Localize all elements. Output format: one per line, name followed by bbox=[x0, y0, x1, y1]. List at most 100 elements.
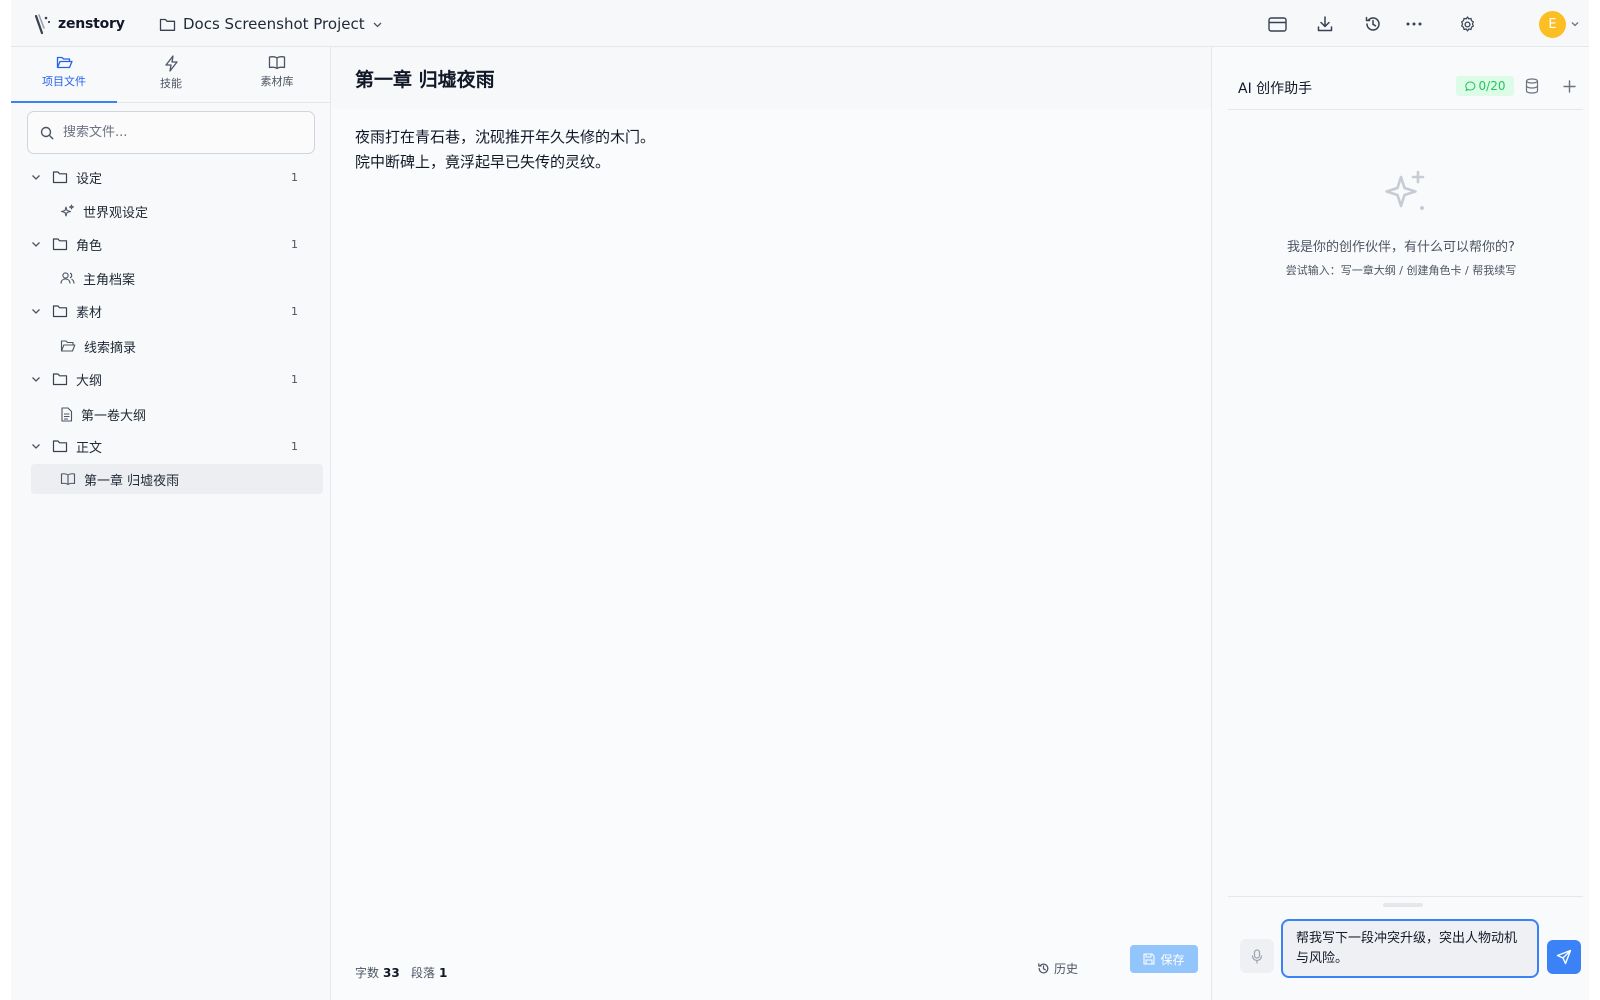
tree-folder-count: 1 bbox=[291, 170, 298, 184]
tree-folder-label: 素材 bbox=[76, 305, 103, 321]
tree-file-worldbuilding[interactable]: 世界观设定 bbox=[31, 196, 323, 226]
ai-panel-title: AI 创作助手 bbox=[1238, 81, 1313, 97]
history-label: 历史 bbox=[1054, 961, 1079, 976]
layout-toggle-button[interactable] bbox=[1265, 12, 1289, 36]
tree-file-label: 线索摘录 bbox=[84, 340, 137, 356]
chevron-down-icon bbox=[32, 377, 40, 382]
tree-file-label: 主角档案 bbox=[83, 272, 136, 288]
sidebar-tabs: 项目文件 技能 素材库 bbox=[11, 47, 331, 103]
send-icon bbox=[1556, 949, 1572, 965]
search-input[interactable] bbox=[63, 125, 293, 140]
save-button[interactable]: 保存 bbox=[1130, 945, 1198, 973]
sparkles-icon bbox=[1385, 170, 1425, 210]
word-count: 字数 33 bbox=[355, 964, 400, 981]
save-icon bbox=[1143, 953, 1156, 965]
tree-folder-label: 角色 bbox=[76, 238, 103, 254]
file-sidebar: 项目文件 技能 素材库 搜索文件... 设定 1 世界观设定 角色 1 主角档案… bbox=[11, 47, 331, 1000]
ai-empty-hint: 尝试输入：写一章大纲 / 创建角色卡 / 帮我续写 bbox=[1285, 264, 1517, 277]
tree-folder-label: 大纲 bbox=[76, 373, 103, 389]
export-button[interactable] bbox=[1313, 12, 1337, 36]
folder-icon bbox=[52, 305, 68, 318]
folder-open-icon bbox=[60, 340, 76, 352]
message-quota-badge: 0/20 bbox=[1456, 76, 1514, 96]
tree-file-volume-outline[interactable]: 第一卷大纲 bbox=[31, 399, 323, 429]
folder-icon bbox=[52, 373, 68, 386]
document-icon bbox=[61, 406, 73, 422]
folder-open-icon bbox=[56, 56, 73, 69]
plus-icon bbox=[1562, 79, 1576, 93]
top-actions: E bbox=[11, 0, 1589, 47]
editor: 第一章 归墟夜雨 夜雨打在青石巷，沈砚推开年久失修的木门。 院中断碑上，竟浮起早… bbox=[331, 47, 1211, 1000]
save-label: 保存 bbox=[1160, 952, 1185, 967]
tab-project-files[interactable]: 项目文件 bbox=[11, 55, 117, 103]
new-chat-button[interactable] bbox=[1560, 77, 1578, 95]
chat-bubble-icon bbox=[1464, 80, 1475, 91]
chat-input[interactable]: 帮我写下一段冲突升级，突出人物动机与风险。 bbox=[1281, 919, 1539, 978]
file-search[interactable] bbox=[27, 111, 315, 154]
users-icon bbox=[60, 272, 75, 284]
tree-folder-label: 正文 bbox=[76, 440, 103, 456]
download-icon bbox=[1317, 16, 1333, 32]
user-menu[interactable]: E bbox=[1539, 10, 1580, 38]
chevron-down-icon bbox=[32, 242, 40, 247]
chevron-down-icon bbox=[32, 444, 40, 449]
tree-file-label: 世界观设定 bbox=[83, 205, 149, 221]
sparkles-icon bbox=[60, 204, 74, 217]
editor-status-bar bbox=[331, 933, 1211, 1000]
version-history-button[interactable] bbox=[1361, 12, 1385, 36]
ai-context-button[interactable] bbox=[1523, 77, 1541, 95]
microphone-icon bbox=[1251, 948, 1263, 964]
avatar: E bbox=[1539, 10, 1566, 38]
tree-folder-manuscript[interactable]: 正文 1 bbox=[30, 433, 330, 459]
tree-folder-count: 1 bbox=[291, 372, 298, 386]
tree-file-label: 第一卷大纲 bbox=[81, 408, 147, 424]
word-count-label: 字数 bbox=[355, 966, 380, 980]
composer-resize-handle[interactable] bbox=[1383, 903, 1423, 907]
quota-value: 0/20 bbox=[1478, 79, 1506, 93]
folder-icon bbox=[52, 440, 68, 453]
tree-file-label: 第一章 归墟夜雨 bbox=[84, 473, 180, 489]
tab-skills[interactable]: 技能 bbox=[118, 55, 224, 103]
paragraph[interactable]: 院中断碑上，竟浮起早已失传的灵纹。 bbox=[355, 150, 655, 175]
tree-file-clues[interactable]: 线索摘录 bbox=[31, 331, 323, 361]
more-dots-icon bbox=[1406, 22, 1422, 26]
tree-folder-characters[interactable]: 角色 1 bbox=[30, 231, 330, 257]
word-count-value: 33 bbox=[383, 966, 400, 980]
paragraph-count-label: 段落 bbox=[411, 966, 436, 980]
voice-input-button[interactable] bbox=[1240, 939, 1274, 973]
tree-folder-outline[interactable]: 大纲 1 bbox=[30, 366, 330, 392]
tab-label: 素材库 bbox=[260, 75, 294, 88]
more-button[interactable] bbox=[1402, 12, 1426, 36]
chevron-down-icon bbox=[32, 309, 40, 314]
database-icon bbox=[1525, 78, 1539, 94]
tree-file-chapter-one[interactable]: 第一章 归墟夜雨 bbox=[31, 464, 323, 494]
tree-file-protagonist[interactable]: 主角档案 bbox=[31, 263, 323, 293]
history-icon bbox=[1365, 16, 1380, 31]
tab-label: 项目文件 bbox=[42, 75, 86, 88]
history-icon bbox=[1038, 962, 1049, 973]
app-window: zenstory Docs Screenshot Project E 项目文件 … bbox=[11, 0, 1589, 1000]
tree-folder-settings[interactable]: 设定 1 bbox=[30, 164, 330, 190]
top-bar: zenstory Docs Screenshot Project E bbox=[11, 0, 1589, 47]
book-icon bbox=[60, 473, 76, 486]
panel-layout-icon bbox=[1267, 16, 1287, 32]
tree-folder-count: 1 bbox=[291, 237, 298, 251]
chevron-down-icon bbox=[1571, 22, 1579, 27]
folder-icon bbox=[52, 171, 68, 184]
chevron-down-icon bbox=[32, 175, 40, 180]
history-button[interactable]: 历史 bbox=[1037, 957, 1078, 979]
search-icon bbox=[40, 126, 54, 140]
paragraph[interactable]: 夜雨打在青石巷，沈砚推开年久失修的木门。 bbox=[355, 125, 655, 150]
send-button[interactable] bbox=[1547, 940, 1581, 974]
ai-panel-header: AI 创作助手 0/20 bbox=[1228, 47, 1583, 110]
settings-button[interactable] bbox=[1455, 12, 1479, 36]
document-title[interactable]: 第一章 归墟夜雨 bbox=[355, 65, 495, 92]
paragraph-count-value: 1 bbox=[439, 966, 448, 980]
tree-folder-materials[interactable]: 素材 1 bbox=[30, 298, 330, 324]
composer-divider bbox=[1228, 896, 1583, 897]
tab-materials[interactable]: 素材库 bbox=[224, 55, 330, 103]
ai-assistant-panel: AI 创作助手 0/20 我是你的创作伙伴，有什么可以帮你的? 尝试输入：写一章… bbox=[1211, 47, 1589, 1000]
tree-folder-count: 1 bbox=[291, 304, 298, 318]
tab-label: 技能 bbox=[160, 77, 182, 90]
document-body[interactable]: 夜雨打在青石巷，沈砚推开年久失修的木门。 院中断碑上，竟浮起早已失传的灵纹。 bbox=[355, 125, 655, 175]
